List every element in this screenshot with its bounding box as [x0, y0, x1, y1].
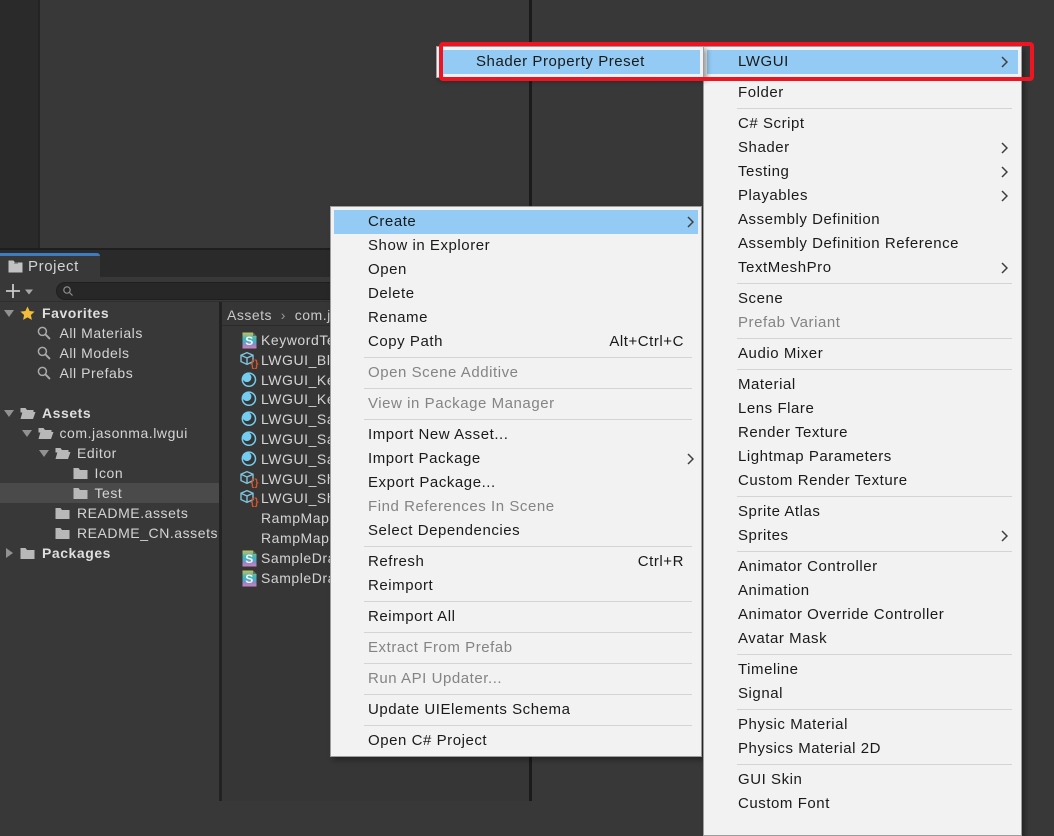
svg-text:{}: {} [250, 477, 258, 489]
svg-text:{}: {} [250, 496, 258, 508]
svg-text:{}: {} [250, 358, 258, 370]
svg-text:S: S [245, 572, 253, 586]
svg-text:S: S [245, 552, 253, 566]
svg-text:S: S [245, 334, 253, 348]
